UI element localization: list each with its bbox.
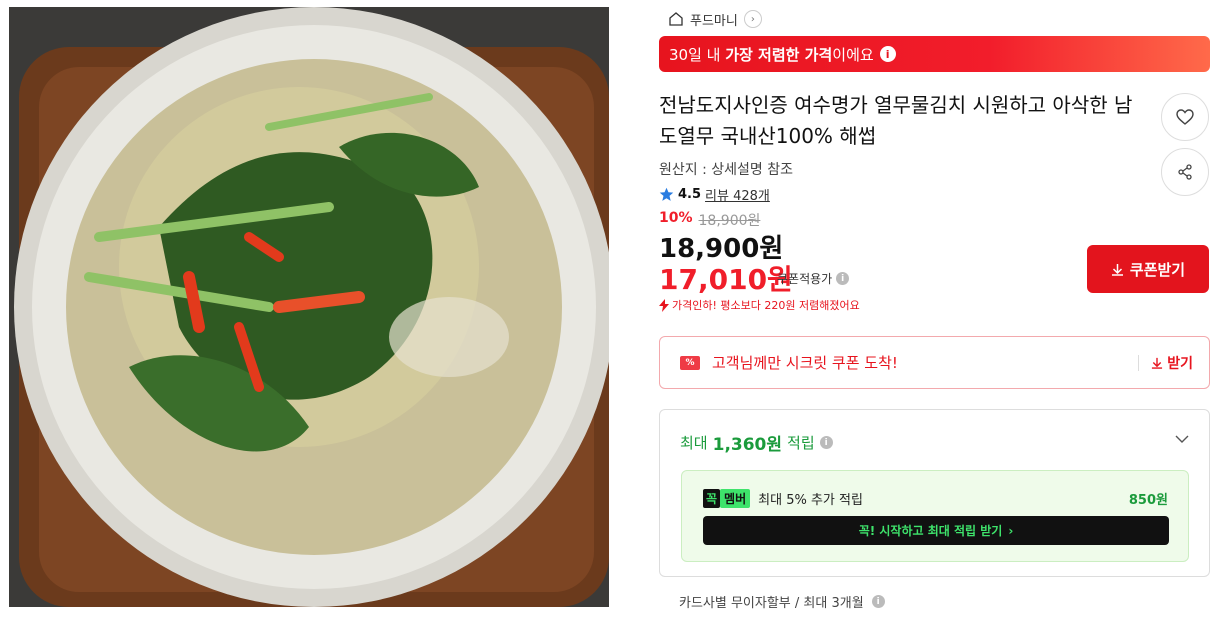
discount-rate: 10%	[659, 210, 693, 226]
coupon-icon: %	[680, 355, 700, 370]
installment-info: 카드사별 무이자할부 / 최대 3개월 i	[679, 592, 885, 611]
share-icon	[1178, 164, 1192, 180]
member-benefit-text: 최대 5% 추가 적립	[758, 493, 863, 508]
product-image	[9, 7, 609, 607]
member-start-label: 꼭! 시작하고 최대 적립 받기	[858, 524, 1003, 538]
points-summary[interactable]: 최대 1,360원 적립 i	[680, 430, 833, 455]
secret-coupon-get-button[interactable]: 받기	[1151, 353, 1193, 373]
star-icon	[659, 187, 674, 201]
download-icon	[1152, 357, 1163, 369]
lowest-price-banner: 30일 내 가장 저렴한 가격이에요 i	[659, 36, 1210, 72]
secret-coupon-get-label: 받기	[1167, 355, 1193, 372]
installment-text: 카드사별 무이자할부 / 최대 3개월	[679, 596, 864, 611]
get-coupon-label: 쿠폰받기	[1129, 260, 1186, 279]
origin-info: 원산지 : 상세설명 참조	[659, 162, 793, 178]
secret-coupon-box[interactable]: % 고객님께만 시크릿 쿠폰 도착! 받기	[659, 336, 1210, 389]
divider	[1138, 354, 1140, 371]
banner-text: 30일 내 가장 저렴한 가격이에요	[669, 45, 874, 64]
coupon-price: 17,010원	[659, 263, 793, 296]
member-start-button[interactable]: 꼭! 시작하고 최대 적립 받기 ›	[703, 516, 1169, 545]
member-badge: 멤버	[720, 489, 751, 508]
info-icon[interactable]: i	[836, 272, 850, 285]
wishlist-button[interactable]	[1161, 93, 1209, 141]
download-icon	[1111, 263, 1123, 276]
chevron-right-icon: ›	[1008, 523, 1014, 538]
coupon-applied-text: 쿠폰적용가	[777, 272, 833, 286]
coupon-applied-label: 쿠폰적용가 i	[777, 270, 850, 287]
review-link[interactable]: 리뷰 428개	[705, 185, 770, 204]
points-suffix: 적립	[787, 434, 815, 452]
info-icon[interactable]: i	[871, 595, 885, 608]
discount-row: 10% 18,900원	[659, 210, 760, 230]
price-drop-text: 가격인하! 평소보다 220원 저렴해졌어요	[672, 299, 860, 312]
chevron-down-icon[interactable]	[1175, 432, 1189, 446]
info-icon[interactable]: i	[819, 436, 833, 449]
member-benefit-amount: 850원	[1128, 493, 1168, 508]
seller-name: 푸드마니	[690, 13, 738, 29]
points-amount: 1,360원	[712, 435, 783, 455]
member-benefit-box: 꼭 멤버 최대 5% 추가 적립 850원 꼭! 시작하고 최대 적립 받기 ›	[681, 470, 1189, 562]
rating: 4.5 리뷰 428개	[659, 185, 770, 204]
points-box: 최대 1,360원 적립 i 꼭 멤버 최대 5% 추가 적립 850원 꼭! …	[659, 409, 1210, 577]
member-benefit-row: 꼭 멤버 최대 5% 추가 적립 850원	[703, 489, 1168, 508]
lightning-icon	[659, 298, 669, 312]
price-drop-notice: 가격인하! 평소보다 220원 저렴해졌어요	[659, 297, 860, 313]
kkok-badge: 꼭	[703, 489, 721, 508]
seller-link[interactable]: 푸드마니 ›	[668, 9, 762, 29]
info-icon[interactable]: i	[879, 46, 896, 62]
share-button[interactable]	[1161, 148, 1209, 196]
get-coupon-button[interactable]: 쿠폰받기	[1087, 245, 1209, 293]
points-prefix: 최대	[680, 434, 708, 452]
rating-score: 4.5	[678, 187, 702, 202]
home-icon	[669, 12, 683, 26]
heart-icon	[1176, 109, 1194, 125]
original-price: 18,900원	[698, 213, 761, 229]
secret-coupon-text: 고객님께만 시크릿 쿠폰 도착!	[712, 354, 898, 372]
product-title: 전남도지사인증 여수명가 열무물김치 시원하고 아삭한 남도열무 국내산100%…	[659, 93, 1133, 148]
chevron-right-icon[interactable]: ›	[743, 10, 762, 28]
